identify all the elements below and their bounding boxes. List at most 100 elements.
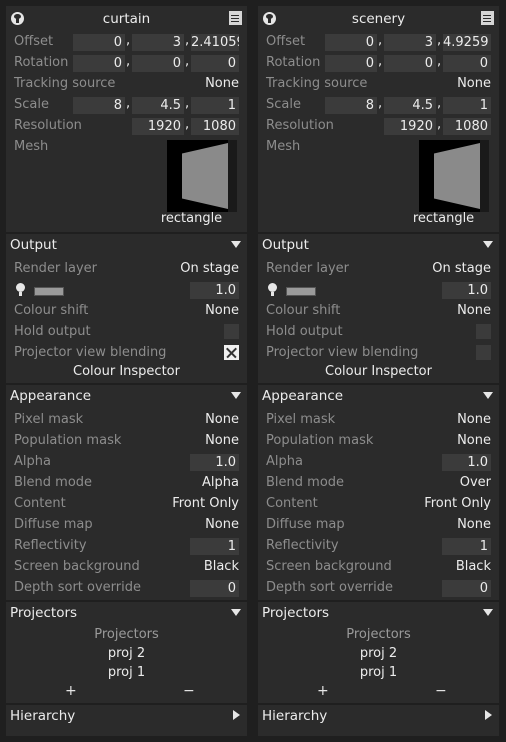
tracking-source-label: Tracking source [14, 76, 116, 91]
list-item[interactable]: proj 1 [258, 664, 499, 685]
hold-output-row: Hold output [258, 322, 499, 343]
screen-background-dropdown[interactable]: Black [456, 559, 491, 574]
pixel-mask-dropdown[interactable]: None [205, 412, 239, 427]
scale-z-field[interactable]: 1 [443, 97, 491, 114]
pixel-mask-label: Pixel mask [14, 412, 84, 427]
remove-projector-button[interactable]: − [435, 683, 447, 699]
colour-inspector-button[interactable]: Colour Inspector [6, 364, 247, 379]
add-projector-button[interactable]: + [317, 683, 329, 699]
projector-item[interactable]: proj 2 [6, 646, 247, 661]
rotation-x-field[interactable]: 0 [325, 55, 377, 72]
remove-projector-button[interactable]: − [183, 683, 195, 699]
rotation-x-field[interactable]: 0 [73, 55, 125, 72]
rotation-z-field[interactable]: 0 [443, 55, 491, 72]
hierarchy-section-header[interactable]: Hierarchy [258, 703, 499, 727]
resolution-width-field[interactable]: 1920 [384, 118, 436, 135]
population-mask-row: Population mask None [6, 431, 247, 452]
diffuse-map-dropdown[interactable]: None [457, 517, 491, 532]
projectors-section-header[interactable]: Projectors [6, 600, 247, 624]
brightness-slider[interactable] [286, 287, 316, 296]
output-section-header[interactable]: Output [6, 232, 247, 256]
scale-x-field[interactable]: 8 [73, 97, 125, 114]
depth-sort-field[interactable]: 0 [190, 580, 239, 597]
brightness-field[interactable]: 1.0 [190, 282, 239, 299]
render-layer-dropdown[interactable]: On stage [432, 261, 491, 276]
population-mask-dropdown[interactable]: None [457, 433, 491, 448]
population-mask-dropdown[interactable]: None [205, 433, 239, 448]
hold-output-checkbox[interactable] [224, 324, 239, 339]
reflectivity-field[interactable]: 1 [442, 538, 491, 555]
list-item[interactable]: proj 1 [6, 664, 247, 685]
alpha-field[interactable]: 1.0 [190, 454, 239, 471]
projectors-section-header[interactable]: Projectors [258, 600, 499, 624]
bulb-icon[interactable] [11, 12, 24, 25]
blend-mode-dropdown[interactable]: Over [460, 475, 491, 490]
reflectivity-field[interactable]: 1 [190, 538, 239, 555]
hold-output-checkbox[interactable] [476, 324, 491, 339]
brightness-slider[interactable] [34, 287, 64, 296]
edit-icon[interactable] [481, 11, 494, 25]
colour-shift-dropdown[interactable]: None [205, 303, 239, 318]
mesh-preview[interactable] [167, 140, 237, 212]
projector-item[interactable]: proj 2 [258, 646, 499, 661]
mesh-name[interactable]: rectangle [136, 211, 247, 226]
list-item[interactable]: proj 2 [258, 645, 499, 666]
mesh-name[interactable]: rectangle [388, 211, 499, 226]
triangle-down-icon[interactable] [231, 392, 241, 399]
triangle-down-icon[interactable] [483, 392, 493, 399]
mesh-preview[interactable] [419, 140, 489, 212]
projector-item[interactable]: proj 1 [258, 665, 499, 680]
edit-icon[interactable] [229, 11, 242, 25]
output-section-header[interactable]: Output [258, 232, 499, 256]
triangle-down-icon[interactable] [483, 241, 493, 248]
content-dropdown[interactable]: Front Only [424, 496, 491, 511]
mesh-name-row: rectangle [388, 209, 499, 230]
offset-x-field[interactable]: 0 [325, 34, 377, 51]
projector-blending-checkbox[interactable] [476, 345, 491, 360]
screen-background-dropdown[interactable]: Black [204, 559, 239, 574]
diffuse-map-dropdown[interactable]: None [205, 517, 239, 532]
appearance-section-header[interactable]: Appearance [6, 383, 247, 407]
projector-item[interactable]: proj 1 [6, 665, 247, 680]
rotation-label: Rotation [266, 55, 321, 70]
triangle-right-icon[interactable] [233, 710, 240, 720]
hierarchy-section-header[interactable]: Hierarchy [6, 703, 247, 727]
pixel-mask-dropdown[interactable]: None [457, 412, 491, 427]
offset-y-field[interactable]: 3 [132, 34, 184, 51]
content-dropdown[interactable]: Front Only [172, 496, 239, 511]
scale-y-field[interactable]: 4.5 [384, 97, 436, 114]
resolution-height-field[interactable]: 1080 [443, 118, 491, 135]
scale-z-field[interactable]: 1 [191, 97, 239, 114]
scale-y-field[interactable]: 4.5 [132, 97, 184, 114]
alpha-field[interactable]: 1.0 [442, 454, 491, 471]
bulb-icon[interactable] [263, 12, 276, 25]
rotation-y-field[interactable]: 0 [384, 55, 436, 72]
offset-x-field[interactable]: 0 [73, 34, 125, 51]
resolution-height-field[interactable]: 1080 [191, 118, 239, 135]
triangle-down-icon[interactable] [483, 609, 493, 616]
scale-x-field[interactable]: 8 [325, 97, 377, 114]
tracking-source-dropdown[interactable]: None [457, 76, 491, 91]
render-layer-dropdown[interactable]: On stage [180, 261, 239, 276]
offset-z-field[interactable]: 2.41059 [191, 34, 239, 51]
triangle-down-icon[interactable] [231, 609, 241, 616]
resolution-width-field[interactable]: 1920 [132, 118, 184, 135]
colour-shift-dropdown[interactable]: None [457, 303, 491, 318]
rotation-y-field[interactable]: 0 [132, 55, 184, 72]
offset-z-field[interactable]: 4.9259 [443, 34, 491, 51]
brightness-field[interactable]: 1.0 [442, 282, 491, 299]
tracking-source-dropdown[interactable]: None [205, 76, 239, 91]
depth-sort-field[interactable]: 0 [442, 580, 491, 597]
blend-mode-dropdown[interactable]: Alpha [202, 475, 239, 490]
list-item[interactable]: proj 2 [6, 645, 247, 666]
offset-y-field[interactable]: 3 [384, 34, 436, 51]
rotation-z-field[interactable]: 0 [191, 55, 239, 72]
triangle-down-icon[interactable] [231, 241, 241, 248]
appearance-section-header[interactable]: Appearance [258, 383, 499, 407]
triangle-right-icon[interactable] [485, 710, 492, 720]
object-name[interactable]: scenery [282, 11, 475, 27]
add-projector-button[interactable]: + [65, 683, 77, 699]
object-name[interactable]: curtain [30, 11, 223, 27]
projector-blending-checkbox[interactable] [224, 345, 239, 360]
colour-inspector-button[interactable]: Colour Inspector [258, 364, 499, 379]
